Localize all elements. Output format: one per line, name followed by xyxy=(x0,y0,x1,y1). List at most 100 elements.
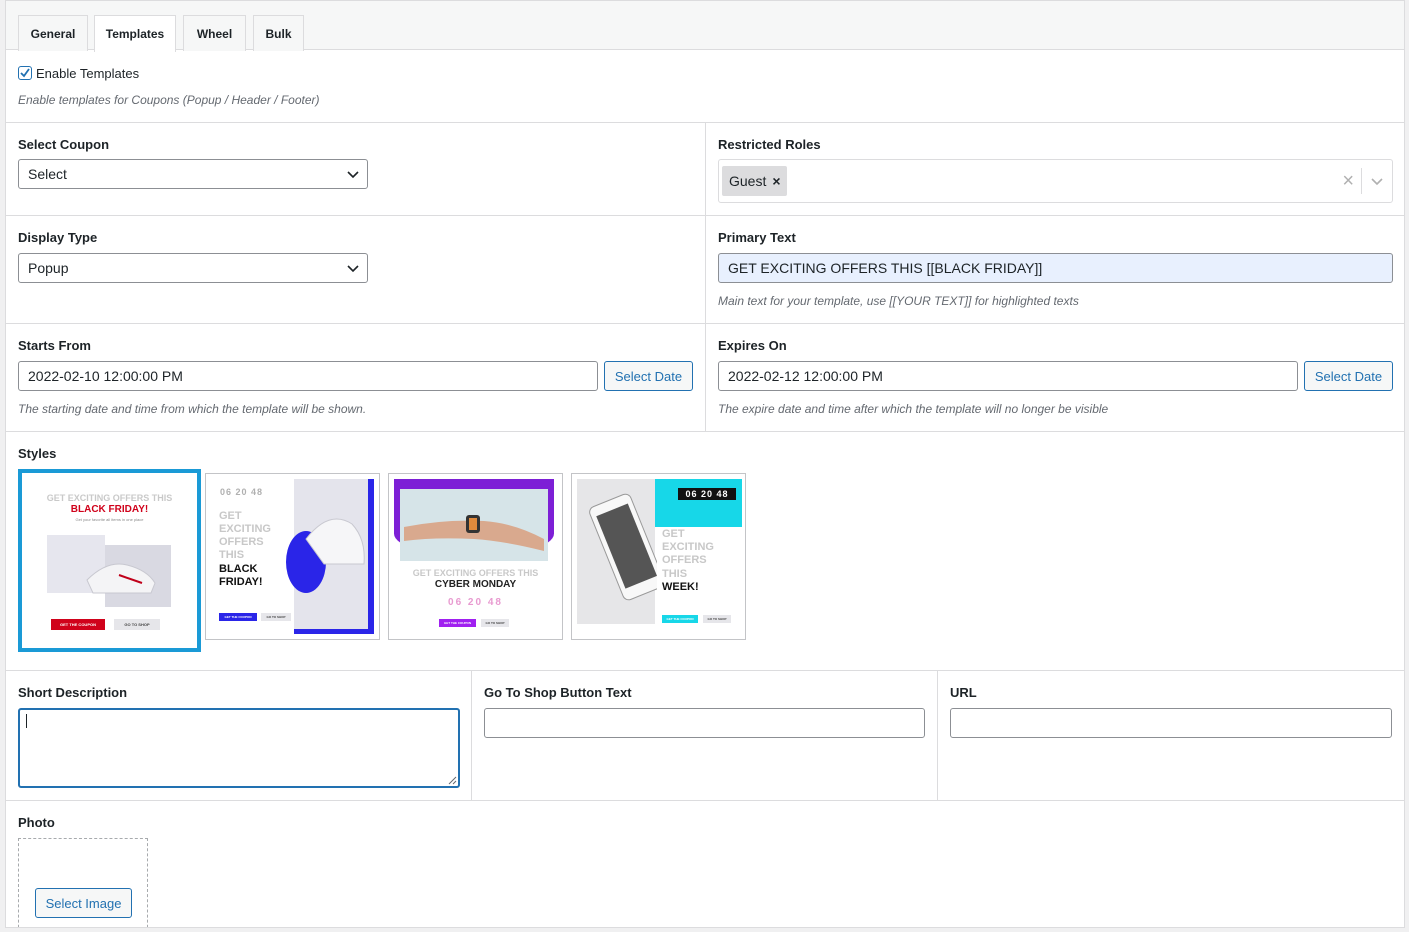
t1-coupon-button: GET THE COUPON xyxy=(51,619,105,630)
starts-from-select-date-button[interactable]: Select Date xyxy=(604,361,693,391)
t3-line1: GET EXCITING OFFERS THIS xyxy=(412,568,539,578)
display-type-cell: Display Type Popup xyxy=(6,216,706,323)
restricted-roles-multiselect[interactable]: Guest × × xyxy=(718,159,1393,203)
enable-templates-hint: Enable templates for Coupons (Popup / He… xyxy=(18,93,320,107)
select-coupon-cell: Select Coupon Select xyxy=(6,123,706,215)
tab-wheel[interactable]: Wheel xyxy=(183,15,246,51)
expires-on-input[interactable]: 2022-02-12 12:00:00 PM xyxy=(718,361,1298,391)
url-input[interactable] xyxy=(950,708,1392,738)
display-type-value: Popup xyxy=(28,260,69,276)
style-template-cyber-monday[interactable]: GET EXCITING OFFERS THIS CYBER MONDAY 06… xyxy=(388,473,563,640)
chevron-down-icon[interactable] xyxy=(1370,176,1384,186)
chevron-down-icon xyxy=(347,265,359,273)
t2-shop-button: GO TO SHOP xyxy=(261,613,291,621)
go-to-shop-cell: Go To Shop Button Text xyxy=(472,671,938,800)
photo-dropzone[interactable]: Select Image xyxy=(18,838,148,927)
t1-line1: GET EXCITING OFFERS THIS xyxy=(46,493,173,503)
tab-bulk[interactable]: Bulk xyxy=(253,15,304,51)
role-tag-label: Guest xyxy=(729,173,767,189)
short-description-cell: Short Description xyxy=(6,671,472,800)
style-template-black-friday-split[interactable]: 06 20 48 GET EXCITING OFFERS THIS BLACK … xyxy=(205,473,380,640)
t4-shop-button: GO TO SHOP xyxy=(703,615,731,623)
t1-shop-button: GO TO SHOP xyxy=(114,619,160,630)
templates-panel: General Templates Wheel Bulk Enable Temp… xyxy=(5,0,1405,928)
t2-w5: BLACK xyxy=(219,563,258,575)
t2-timer: 06 20 48 xyxy=(220,487,264,497)
t1-shoe-image xyxy=(47,535,172,610)
starts-from-cell: Starts From 2022-02-10 12:00:00 PM Selec… xyxy=(6,324,706,431)
t2-w6: FRIDAY! xyxy=(219,576,263,588)
select-coupon-label: Select Coupon xyxy=(18,137,110,152)
display-primary-row: Display Type Popup Primary Text GET EXCI… xyxy=(6,216,1404,324)
select-coupon-value: Select xyxy=(28,166,67,182)
styles-row: Styles GET EXCITING OFFERS THIS BLACK FR… xyxy=(6,432,1404,671)
expires-on-cell: Expires On 2022-02-12 12:00:00 PM Select… xyxy=(706,324,1404,431)
style-template-this-week[interactable]: 06 20 48 GET EXCITING OFFERS THIS WEEK! … xyxy=(571,473,746,640)
t4-w3: OFFERS xyxy=(662,554,707,566)
resize-handle-icon[interactable] xyxy=(447,775,457,785)
t3-line2: CYBER MONDAY xyxy=(434,579,517,590)
go-to-shop-label: Go To Shop Button Text xyxy=(484,685,632,700)
expires-on-select-date-button[interactable]: Select Date xyxy=(1304,361,1393,391)
short-description-textarea[interactable] xyxy=(18,708,460,788)
starts-from-hint: The starting date and time from which th… xyxy=(18,402,367,416)
expires-on-label: Expires On xyxy=(718,338,787,353)
tab-templates[interactable]: Templates xyxy=(94,15,176,52)
clear-roles-icon[interactable]: × xyxy=(1342,170,1354,193)
dates-row: Starts From 2022-02-10 12:00:00 PM Selec… xyxy=(6,324,1404,432)
t4-timer: 06 20 48 xyxy=(678,488,736,500)
restricted-roles-cell: Restricted Roles Guest × × xyxy=(706,123,1404,215)
t4-w5: WEEK! xyxy=(662,581,699,593)
select-image-button[interactable]: Select Image xyxy=(35,888,132,918)
url-cell: URL xyxy=(938,671,1404,800)
select-coupon-dropdown[interactable]: Select xyxy=(18,159,368,189)
t3-shop-button: GO TO SHOP xyxy=(481,619,509,627)
check-icon xyxy=(20,68,30,78)
t2-w3: OFFERS xyxy=(219,536,264,548)
role-tag-guest: Guest × xyxy=(722,166,787,196)
coupon-roles-row: Select Coupon Select Restricted Roles Gu… xyxy=(6,123,1404,216)
tab-general[interactable]: General xyxy=(18,15,88,51)
t3-timer: 06 20 48 xyxy=(448,597,503,608)
t4-image xyxy=(577,479,742,624)
enable-row: Enable Templates Enable templates for Co… xyxy=(6,50,1404,123)
roles-divider xyxy=(1361,168,1362,194)
photo-row: Photo Select Image xyxy=(6,801,1404,927)
expires-on-hint: The expire date and time after which the… xyxy=(718,402,1109,416)
t4-w4: THIS xyxy=(662,568,688,580)
short-description-label: Short Description xyxy=(18,685,128,700)
description-row: Short Description Go To Shop Button Text… xyxy=(6,671,1404,801)
photo-label: Photo xyxy=(18,815,55,830)
tab-bar: General Templates Wheel Bulk xyxy=(6,0,1404,52)
primary-text-input[interactable]: GET EXCITING OFFERS THIS [[BLACK FRIDAY]… xyxy=(718,253,1393,283)
url-label: URL xyxy=(950,685,977,700)
t2-w2: EXCITING xyxy=(219,523,271,535)
primary-text-cell: Primary Text GET EXCITING OFFERS THIS [[… xyxy=(706,216,1404,323)
t2-w4: THIS xyxy=(219,549,245,561)
restricted-roles-label: Restricted Roles xyxy=(718,137,821,152)
styles-label: Styles xyxy=(18,446,57,461)
starts-from-label: Starts From xyxy=(18,338,91,353)
display-type-label: Display Type xyxy=(18,230,98,245)
t3-coupon-button: GET THE COUPON xyxy=(439,619,476,627)
t4-w1: GET xyxy=(662,528,685,540)
primary-text-hint: Main text for your template, use [[YOUR … xyxy=(718,294,1079,308)
enable-templates-label: Enable Templates xyxy=(36,66,140,81)
display-type-dropdown[interactable]: Popup xyxy=(18,253,368,283)
t1-line2: BLACK FRIDAY! xyxy=(70,504,149,515)
go-to-shop-input[interactable] xyxy=(484,708,925,738)
style-template-black-friday[interactable]: GET EXCITING OFFERS THIS BLACK FRIDAY! G… xyxy=(18,469,201,652)
starts-from-input[interactable]: 2022-02-10 12:00:00 PM xyxy=(18,361,598,391)
role-tag-remove-icon[interactable]: × xyxy=(772,173,780,189)
t2-w1: GET xyxy=(219,510,242,522)
primary-text-label: Primary Text xyxy=(718,230,796,245)
t2-image xyxy=(286,479,374,634)
t1-line3: Get your favorite all items in one place xyxy=(75,517,144,522)
chevron-down-icon xyxy=(347,171,359,179)
t4-w2: EXCITING xyxy=(662,541,714,553)
enable-templates-checkbox[interactable] xyxy=(18,66,32,80)
text-cursor xyxy=(26,714,27,728)
t2-coupon-button: GET THE COUPON xyxy=(219,613,257,621)
t3-image xyxy=(394,479,554,561)
t4-coupon-button: GET THE COUPON xyxy=(662,615,698,623)
